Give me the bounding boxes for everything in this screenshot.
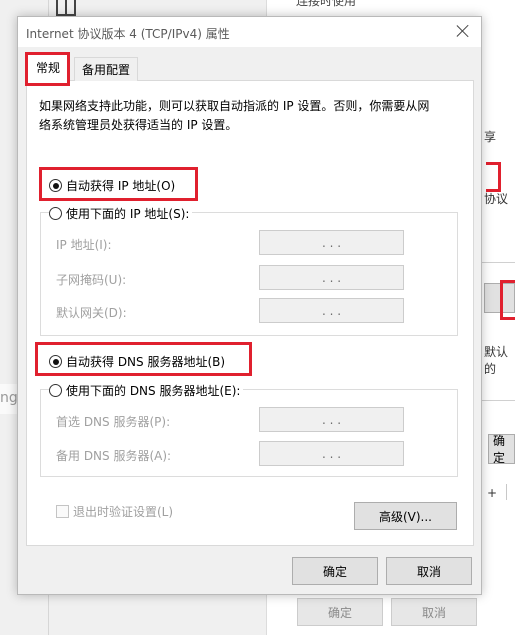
- use-static-dns-radio[interactable]: [49, 384, 62, 397]
- validate-on-exit-option[interactable]: 退出时验证设置(L): [56, 503, 173, 520]
- dialog-title: Internet 协议版本 4 (TCP/IPv4) 属性: [26, 27, 230, 41]
- tcpip-properties-dialog: Internet 协议版本 4 (TCP/IPv4) 属性 常规 备用配置 如果…: [17, 16, 482, 595]
- background-ok-edge-label: 确定: [493, 434, 506, 465]
- validate-on-exit-label: 退出时验证设置(L): [73, 505, 174, 519]
- default-gateway-value: . . .: [321, 303, 342, 318]
- advanced-button[interactable]: 高级(V)...: [354, 502, 457, 530]
- preferred-dns-label: 首选 DNS 服务器(P):: [56, 415, 171, 429]
- tab-alternate-configuration[interactable]: 备用配置: [74, 57, 138, 81]
- obtain-ip-auto-label: 自动获得 IP 地址(O): [66, 179, 176, 193]
- use-static-dns-option[interactable]: 使用下面的 DNS 服务器地址(E):: [49, 382, 244, 399]
- cancel-button[interactable]: 取消: [386, 557, 472, 585]
- use-static-ip-option[interactable]: 使用下面的 IP 地址(S):: [49, 205, 193, 222]
- default-gateway-input[interactable]: . . .: [259, 298, 404, 323]
- use-static-ip-label: 使用下面的 IP 地址(S):: [66, 207, 190, 221]
- dialog-title-bar[interactable]: Internet 协议版本 4 (TCP/IPv4) 属性: [18, 17, 481, 47]
- validate-on-exit-checkbox[interactable]: [56, 505, 69, 518]
- use-static-ip-radio[interactable]: [49, 207, 62, 220]
- ip-address-input[interactable]: . . .: [259, 230, 404, 255]
- ip-address-value: . . .: [321, 235, 342, 250]
- background-ok-edge-button[interactable]: 确定: [488, 434, 515, 465]
- alternate-dns-input[interactable]: . . .: [259, 441, 404, 466]
- subnet-mask-label: 子网掩码(U):: [56, 273, 127, 287]
- background-left-cut-text: ng: [0, 390, 18, 406]
- alternate-dns-value: . . .: [321, 446, 342, 461]
- background-edge-text: 默认的: [484, 345, 509, 376]
- default-gateway-label: 默认网关(D):: [56, 306, 127, 320]
- obtain-ip-auto-radio[interactable]: [49, 179, 62, 192]
- close-icon[interactable]: [455, 23, 471, 39]
- preferred-dns-value: . . .: [321, 412, 342, 427]
- background-edge-text: +: [487, 486, 498, 500]
- ip-settings-description: 如果网络支持此功能，则可以获取自动指派的 IP 设置。否则，你需要从网络系统管理…: [39, 99, 430, 132]
- obtain-dns-auto-label: 自动获得 DNS 服务器地址(B): [66, 355, 226, 369]
- background-cancel-button[interactable]: 取消: [391, 598, 477, 626]
- subnet-mask-input[interactable]: . . .: [259, 265, 404, 290]
- use-static-dns-label: 使用下面的 DNS 服务器地址(E):: [66, 384, 241, 398]
- background-ok-button[interactable]: 确定: [297, 598, 383, 626]
- subnet-mask-value: . . .: [321, 270, 342, 285]
- ip-address-label: IP 地址(I):: [56, 238, 112, 252]
- ok-button[interactable]: 确定: [292, 557, 378, 585]
- background-edge-text: 协议: [484, 192, 509, 206]
- alternate-dns-label: 备用 DNS 服务器(A):: [56, 449, 172, 463]
- background-highlight-frame: [486, 162, 501, 192]
- obtain-ip-auto-option[interactable]: 自动获得 IP 地址(O): [49, 177, 175, 194]
- background-highlight-frame: [500, 280, 515, 320]
- window-layout-icon: [56, 0, 76, 16]
- background-connection-label: 连接时使用: [296, 0, 357, 8]
- background-separator: [482, 262, 515, 263]
- background-separator: [506, 484, 507, 500]
- obtain-dns-auto-option[interactable]: 自动获得 DNS 服务器地址(B): [49, 353, 225, 370]
- preferred-dns-input[interactable]: . . .: [259, 407, 404, 432]
- obtain-dns-auto-radio[interactable]: [49, 355, 62, 368]
- background-separator: [482, 400, 515, 401]
- tab-general[interactable]: 常规: [26, 53, 70, 81]
- background-edge-text: 享: [484, 130, 497, 144]
